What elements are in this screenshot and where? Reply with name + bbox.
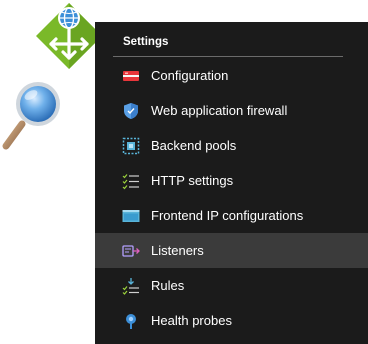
magnifying-glass-icon bbox=[2, 82, 60, 150]
settings-heading: Settings bbox=[123, 36, 169, 48]
menu-item-label: Configuration bbox=[151, 68, 229, 83]
menu-item-frontend-ip-configurations[interactable]: Frontend IP configurations bbox=[95, 198, 368, 233]
screenshot-canvas: Settings Configuration Web application f… bbox=[0, 0, 368, 344]
menu-item-rules[interactable]: Rules bbox=[95, 268, 368, 303]
menu-item-label: Frontend IP configurations bbox=[151, 208, 304, 223]
menu-item-configuration[interactable]: Configuration bbox=[95, 58, 368, 93]
menu-item-label: Health probes bbox=[151, 313, 232, 328]
list-settings-icon bbox=[122, 174, 139, 190]
settings-divider bbox=[113, 56, 343, 57]
menu-item-label: HTTP settings bbox=[151, 173, 234, 188]
menu-item-web-application-firewall[interactable]: Web application firewall bbox=[95, 93, 368, 128]
settings-menu: Configuration Web application firewall B… bbox=[95, 58, 368, 338]
menu-item-backend-pools[interactable]: Backend pools bbox=[95, 128, 368, 163]
menu-item-label: Listeners bbox=[151, 243, 204, 258]
rules-icon bbox=[122, 278, 139, 295]
menu-item-http-settings[interactable]: HTTP settings bbox=[95, 163, 368, 198]
settings-panel: Settings Configuration Web application f… bbox=[95, 22, 368, 344]
menu-item-label: Rules bbox=[151, 278, 185, 293]
configuration-icon bbox=[123, 71, 139, 81]
menu-item-label: Backend pools bbox=[151, 138, 237, 153]
menu-item-health-probes[interactable]: Health probes bbox=[95, 303, 368, 338]
health-probe-icon bbox=[126, 314, 136, 329]
menu-item-label: Web application firewall bbox=[151, 103, 288, 118]
monitor-icon bbox=[122, 210, 140, 222]
backend-pool-icon bbox=[122, 137, 140, 155]
shield-icon bbox=[124, 103, 138, 119]
menu-item-listeners[interactable]: Listeners bbox=[95, 233, 368, 268]
listener-icon bbox=[122, 245, 140, 257]
